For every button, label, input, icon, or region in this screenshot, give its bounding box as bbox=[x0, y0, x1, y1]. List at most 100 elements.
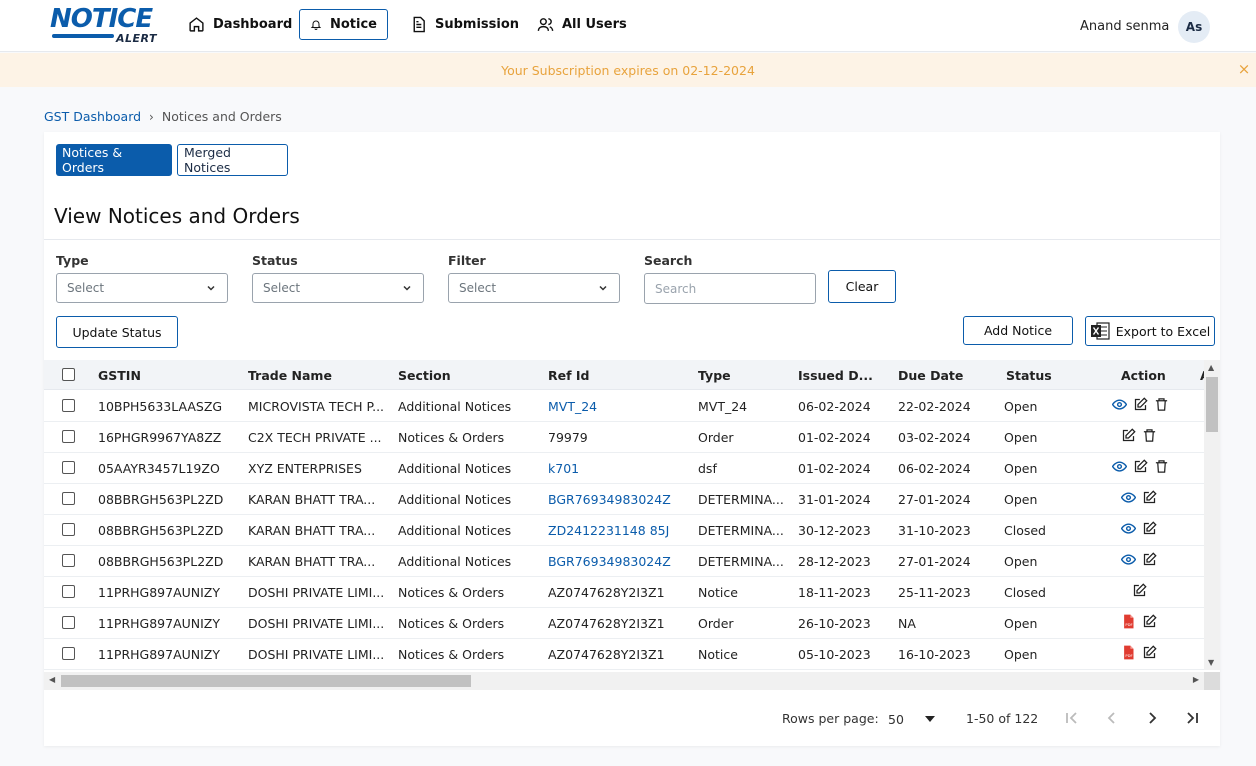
row-actions bbox=[1121, 490, 1157, 505]
chevron-down-icon bbox=[207, 285, 215, 291]
row-checkbox[interactable] bbox=[62, 523, 75, 536]
vertical-scrollbar[interactable]: ▲ ▼ bbox=[1204, 360, 1220, 670]
eye-icon[interactable] bbox=[1121, 521, 1136, 536]
cell-status: Open bbox=[1004, 616, 1038, 631]
pdf-icon[interactable]: PDF bbox=[1121, 614, 1136, 629]
row-checkbox[interactable] bbox=[62, 461, 75, 474]
notice-alert-logo[interactable]: NOTICE ALERT bbox=[50, 4, 160, 46]
banner-text: Your Subscription expires on 02-12-2024 bbox=[501, 62, 755, 78]
edit-icon[interactable] bbox=[1133, 397, 1148, 412]
cell-ref-id[interactable]: ZD2412231148 85J bbox=[548, 523, 693, 538]
tab-notices-orders[interactable]: Notices & Orders bbox=[56, 144, 172, 176]
edit-icon[interactable] bbox=[1142, 490, 1157, 505]
edit-icon[interactable] bbox=[1142, 552, 1157, 567]
search-input[interactable] bbox=[644, 273, 816, 304]
nav-notice[interactable]: Notice bbox=[299, 9, 388, 40]
column-header-type[interactable]: Type bbox=[698, 368, 731, 383]
cell-gstin: 16PHGR9967YA8ZZ bbox=[98, 430, 222, 445]
table-row[interactable]: 16PHGR9967YA8ZZ C2X TECH PRIVATE ... Notic… bbox=[44, 422, 1204, 453]
column-header-ref-id[interactable]: Ref Id bbox=[548, 368, 590, 383]
row-checkbox[interactable] bbox=[62, 430, 75, 443]
eye-icon[interactable] bbox=[1112, 397, 1127, 412]
row-checkbox[interactable] bbox=[62, 585, 75, 598]
scroll-down-arrow-icon[interactable]: ▼ bbox=[1208, 658, 1214, 667]
horizontal-scrollbar[interactable]: ◀ ▶ bbox=[44, 672, 1204, 690]
scroll-up-arrow-icon[interactable]: ▲ bbox=[1208, 363, 1214, 372]
type-select[interactable]: Select bbox=[56, 273, 228, 303]
table-row[interactable]: 10BPH5633LAASZG MICROVISTA TECH P... Addit… bbox=[44, 391, 1204, 422]
status-select-value: Select bbox=[263, 281, 301, 295]
trash-icon[interactable] bbox=[1154, 459, 1169, 474]
scroll-left-arrow-icon[interactable]: ◀ bbox=[49, 675, 55, 684]
edit-icon[interactable] bbox=[1121, 428, 1136, 443]
status-select[interactable]: Select bbox=[252, 273, 424, 303]
chevron-down-icon bbox=[599, 285, 607, 291]
next-page-button[interactable] bbox=[1142, 708, 1162, 728]
row-actions bbox=[1121, 428, 1157, 443]
eye-icon[interactable] bbox=[1121, 552, 1136, 567]
cell-ref-id[interactable]: k701 bbox=[548, 461, 693, 476]
cell-ref-id[interactable]: MVT_24 bbox=[548, 399, 693, 414]
edit-icon[interactable] bbox=[1133, 459, 1148, 474]
edit-icon[interactable] bbox=[1132, 583, 1147, 598]
eye-icon[interactable] bbox=[1121, 490, 1136, 505]
column-header-gstin[interactable]: GSTIN bbox=[98, 368, 141, 383]
edit-icon[interactable] bbox=[1142, 614, 1157, 629]
table-row[interactable]: 08BBRGH563PL2ZD KARAN BHATT TRA... Additio… bbox=[44, 484, 1204, 515]
caret-down-icon[interactable] bbox=[925, 716, 935, 722]
tab-merged-notices[interactable]: Merged Notices bbox=[177, 144, 288, 176]
column-header-section[interactable]: Section bbox=[398, 368, 451, 383]
column-header-status[interactable]: Status bbox=[1006, 368, 1052, 383]
clear-button[interactable]: Clear bbox=[828, 270, 896, 303]
column-header-action[interactable]: Action bbox=[1121, 368, 1166, 383]
cell-ref-id[interactable]: BGR76934983024Z bbox=[548, 554, 693, 569]
row-checkbox[interactable] bbox=[62, 554, 75, 567]
cell-ref-id: AZ0747628Y2I3Z1 bbox=[548, 616, 665, 631]
column-header-trade-name[interactable]: Trade Name bbox=[248, 368, 332, 383]
export-to-excel-button[interactable]: Export to Excel bbox=[1085, 316, 1215, 346]
table-row[interactable]: 08BBRGH563PL2ZD KARAN BHATT TRA... Additio… bbox=[44, 546, 1204, 577]
pdf-icon[interactable]: PDF bbox=[1121, 645, 1136, 660]
cell-trade-name: XYZ ENTERPRISES bbox=[248, 461, 362, 476]
user-name[interactable]: Anand senma bbox=[1080, 19, 1169, 34]
row-checkbox[interactable] bbox=[62, 616, 75, 629]
add-notice-button[interactable]: Add Notice bbox=[963, 316, 1073, 345]
nav-submission[interactable]: Submission bbox=[400, 9, 529, 40]
vertical-scrollbar-thumb[interactable] bbox=[1206, 377, 1218, 432]
trash-icon[interactable] bbox=[1142, 428, 1157, 443]
edit-icon[interactable] bbox=[1142, 521, 1157, 536]
cell-ref-id[interactable]: BGR76934983024Z bbox=[548, 492, 693, 507]
avatar[interactable]: As bbox=[1178, 11, 1210, 43]
update-status-button[interactable]: Update Status bbox=[56, 316, 178, 348]
cell-due-date: 22-02-2024 bbox=[898, 399, 971, 414]
column-header-issued-date[interactable]: Issued D... bbox=[798, 368, 873, 383]
table-row[interactable]: 11PRHG897AUNIZY DOSHI PRIVATE LIMI... Noti… bbox=[44, 608, 1204, 639]
column-header-due-date[interactable]: Due Date bbox=[898, 368, 963, 383]
row-checkbox[interactable] bbox=[62, 399, 75, 412]
filter-select[interactable]: Select bbox=[448, 273, 620, 303]
nav-all-users[interactable]: All Users bbox=[527, 9, 637, 40]
select-all-checkbox[interactable] bbox=[62, 368, 75, 381]
cell-due-date: NA bbox=[898, 616, 916, 631]
trash-icon[interactable] bbox=[1154, 397, 1169, 412]
rows-per-page-select[interactable]: 50 bbox=[888, 712, 904, 727]
close-icon[interactable]: × bbox=[1236, 61, 1252, 77]
cell-section: Notices & Orders bbox=[398, 647, 505, 662]
table-row[interactable]: 11PRHG897AUNIZY DOSHI PRIVATE LIMI... Noti… bbox=[44, 639, 1204, 670]
eye-icon[interactable] bbox=[1112, 459, 1127, 474]
first-page-button[interactable] bbox=[1062, 708, 1082, 728]
breadcrumb-gst-dashboard[interactable]: GST Dashboard bbox=[44, 109, 141, 124]
cell-due-date: 03-02-2024 bbox=[898, 430, 971, 445]
nav-dashboard[interactable]: Dashboard bbox=[178, 9, 302, 40]
table-row[interactable]: 08BBRGH563PL2ZD KARAN BHATT TRA... Additio… bbox=[44, 515, 1204, 546]
horizontal-scrollbar-thumb[interactable] bbox=[61, 675, 471, 687]
scroll-right-arrow-icon[interactable]: ▶ bbox=[1193, 675, 1199, 684]
table-row[interactable]: 11PRHG897AUNIZY DOSHI PRIVATE LIMI... Noti… bbox=[44, 577, 1204, 608]
previous-page-button[interactable] bbox=[1102, 708, 1122, 728]
edit-icon[interactable] bbox=[1142, 645, 1157, 660]
table-row[interactable]: 05AAYR3457L19ZO XYZ ENTERPRISES Additional… bbox=[44, 453, 1204, 484]
row-checkbox[interactable] bbox=[62, 647, 75, 660]
row-checkbox[interactable] bbox=[62, 492, 75, 505]
last-page-button[interactable] bbox=[1182, 708, 1202, 728]
cell-gstin: 11PRHG897AUNIZY bbox=[98, 616, 221, 631]
